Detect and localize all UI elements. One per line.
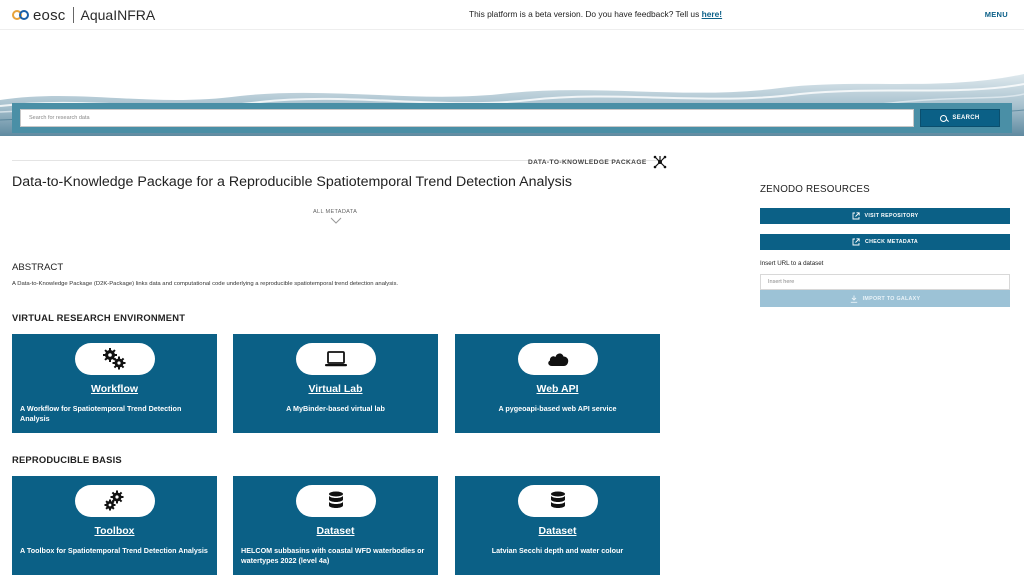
package-type-label: DATA-TO-KNOWLEDGE PACKAGE xyxy=(528,158,647,166)
cloud-icon xyxy=(547,353,568,366)
beta-text: This platform is a beta version. Do you … xyxy=(469,9,702,19)
check-metadata-label: CHECK METADATA xyxy=(864,239,919,245)
latvian-dataset-card[interactable]: Dataset Latvian Secchi depth and water c… xyxy=(455,476,660,575)
download-icon xyxy=(850,295,857,303)
page-title: Data-to-Knowledge Package for a Reproduc… xyxy=(12,174,572,190)
card-icon-pill xyxy=(517,343,598,375)
external-link-icon xyxy=(852,238,860,246)
import-to-galaxy-button[interactable]: IMPORT TO GALAXY xyxy=(760,290,1010,307)
eosc-logo-icon xyxy=(12,9,30,21)
card-description: A pygeoapi-based web API service xyxy=(498,404,617,413)
web-api-card[interactable]: Web API A pygeoapi-based web API service xyxy=(455,334,660,433)
visit-repository-label: VISIT REPOSITORY xyxy=(864,213,919,219)
basis-heading: REPRODUCIBLE BASIS xyxy=(12,454,122,465)
search-input[interactable]: Search for research data xyxy=(20,109,914,127)
toolbox-card[interactable]: Toolbox A Toolbox for Spatiotemporal Tre… xyxy=(12,476,217,575)
zenodo-heading: ZENODO RESOURCES xyxy=(760,184,870,195)
logo-brand: eosc xyxy=(33,6,66,24)
card-icon-pill xyxy=(517,485,598,517)
check-metadata-button[interactable]: CHECK METADATA xyxy=(760,234,1010,250)
card-title[interactable]: Toolbox xyxy=(12,525,217,537)
abstract-heading: ABSTRACT xyxy=(12,262,64,273)
card-icon-pill xyxy=(74,343,155,375)
card-title[interactable]: Dataset xyxy=(455,525,660,537)
logo-separator xyxy=(72,7,74,23)
laptop-icon xyxy=(324,351,347,367)
package-type: DATA-TO-KNOWLEDGE PACKAGE xyxy=(528,155,667,169)
gears-icon xyxy=(102,348,125,370)
search-bar: Search for research data SEARCH xyxy=(12,103,1012,133)
card-description: HELCOM subbasins with coastal WFD waterb… xyxy=(241,546,425,565)
search-icon xyxy=(940,114,948,122)
insert-url-label: Insert URL to a dataset xyxy=(760,260,824,267)
card-description: A Workflow for Spatiotemporal Trend Dete… xyxy=(20,404,182,423)
search-button[interactable]: SEARCH xyxy=(920,109,1000,127)
beta-notice: This platform is a beta version. Do you … xyxy=(469,9,722,19)
import-to-galaxy-label: IMPORT TO GALAXY xyxy=(862,295,921,302)
card-title[interactable]: Web API xyxy=(455,383,660,395)
database-icon xyxy=(328,491,343,508)
card-title[interactable]: Dataset xyxy=(233,525,438,537)
virtual-lab-card[interactable]: Virtual Lab A MyBinder-based virtual lab xyxy=(233,334,438,433)
card-description: Latvian Secchi depth and water colour xyxy=(491,546,624,555)
network-icon xyxy=(653,155,666,169)
external-link-icon xyxy=(852,212,860,220)
card-title[interactable]: Virtual Lab xyxy=(233,383,438,395)
card-description: A Toolbox for Spatiotemporal Trend Detec… xyxy=(20,546,208,555)
top-header: eosc AquaINFRA This platform is a beta v… xyxy=(0,0,1024,30)
abstract-text: A Data-to-Knowledge Package (D2K-Package… xyxy=(12,281,399,287)
dataset-url-placeholder: Insert here xyxy=(768,279,795,285)
all-metadata-toggle[interactable]: ALL METADATA xyxy=(313,209,357,215)
app-name: AquaINFRA xyxy=(80,7,156,23)
database-icon xyxy=(550,491,565,508)
feedback-link[interactable]: here! xyxy=(702,9,722,19)
search-button-label: SEARCH xyxy=(952,115,980,121)
card-icon-pill xyxy=(295,485,376,517)
card-title[interactable]: Workflow xyxy=(12,383,217,395)
dataset-url-input[interactable]: Insert here xyxy=(760,274,1010,290)
vre-heading: VIRTUAL RESEARCH ENVIRONMENT xyxy=(12,312,186,323)
helcom-dataset-card[interactable]: Dataset HELCOM subbasins with coastal WF… xyxy=(233,476,438,575)
menu-button[interactable]: MENU xyxy=(985,10,1008,19)
card-icon-pill xyxy=(74,485,155,517)
workflow-card[interactable]: Workflow A Workflow for Spatiotemporal T… xyxy=(12,334,217,433)
visit-repository-button[interactable]: VISIT REPOSITORY xyxy=(760,208,1010,224)
card-icon-pill xyxy=(295,343,376,375)
gears-icon xyxy=(104,490,123,511)
chevron-down-icon[interactable] xyxy=(330,217,342,224)
card-description: A MyBinder-based virtual lab xyxy=(286,404,385,413)
logo[interactable]: eosc AquaINFRA xyxy=(12,6,155,24)
search-placeholder: Search for research data xyxy=(29,115,90,121)
